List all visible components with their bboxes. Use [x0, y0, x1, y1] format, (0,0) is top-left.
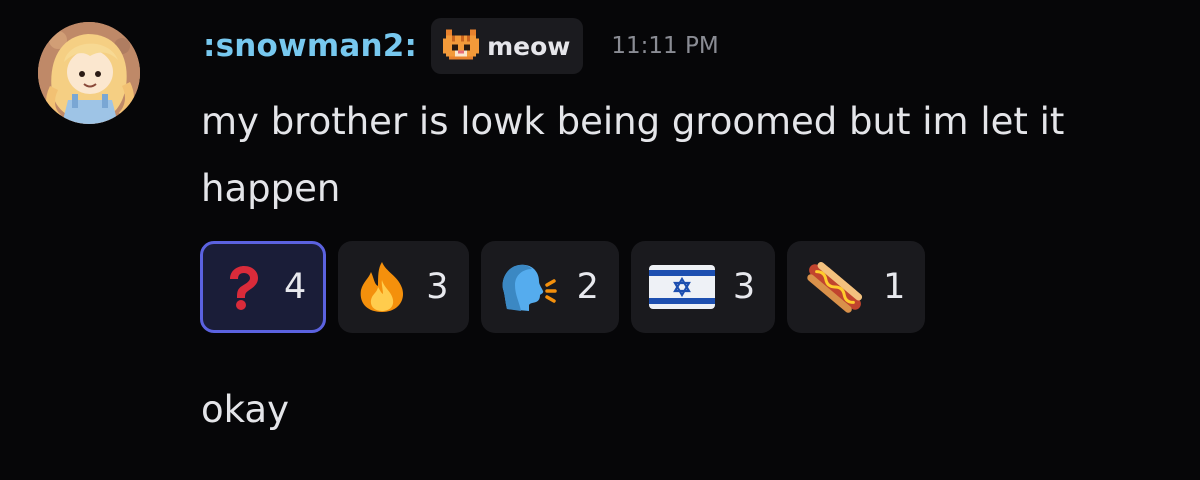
orange-cat-pixel-icon: [443, 29, 480, 60]
reaction-question-mark[interactable]: 4: [200, 241, 327, 333]
message: :snowman2: meow 11:11 PM my brother is l…: [0, 0, 1200, 360]
hot-dog-icon: [807, 262, 863, 313]
server-tag-label: meow: [487, 31, 571, 61]
username[interactable]: :snowman2:: [203, 28, 417, 64]
message-header: :snowman2: meow 11:11 PM: [203, 14, 719, 78]
question-mark-icon: [230, 266, 258, 310]
fire-icon: [360, 262, 404, 312]
israel-flag-icon: [648, 265, 715, 309]
avatar[interactable]: [38, 22, 140, 124]
avatar-image: [38, 22, 140, 124]
reaction-speaking-head[interactable]: 2: [480, 241, 619, 333]
message-content: my brother is lowk being groomed but im …: [201, 100, 1065, 210]
server-tag[interactable]: meow: [431, 18, 584, 74]
speaking-head-icon: [502, 264, 557, 311]
reaction-count: 2: [576, 267, 599, 307]
chat-view: :snowman2: meow 11:11 PM my brother is l…: [0, 0, 1200, 480]
reaction-fire[interactable]: 3: [338, 241, 469, 333]
reaction-count: 3: [426, 267, 449, 307]
reaction-count: 4: [284, 267, 307, 307]
reaction-israel-flag[interactable]: 3: [630, 241, 776, 333]
followup-message-content: okay: [201, 388, 289, 431]
timestamp[interactable]: 11:11 PM: [611, 33, 718, 59]
reaction-count: 3: [732, 267, 756, 307]
reaction-bar: 4 3 2 3 1: [200, 241, 926, 333]
reaction-count: 1: [883, 267, 906, 307]
reaction-hot-dog[interactable]: 1: [787, 241, 926, 333]
